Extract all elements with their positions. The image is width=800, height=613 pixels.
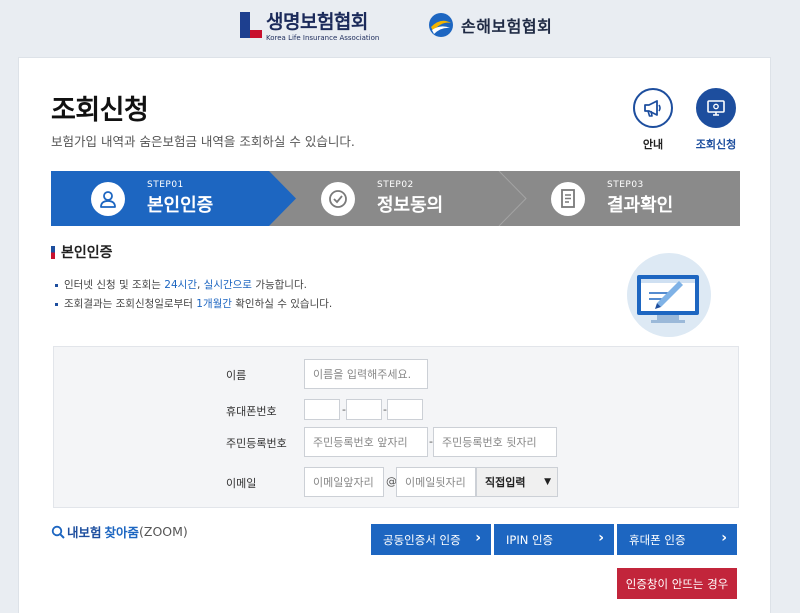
step-2-name: 정보동의 bbox=[377, 195, 444, 216]
phone-auth-button[interactable]: 휴대폰 인증 › bbox=[617, 524, 737, 555]
cert-auth-button[interactable]: 공동인증서 인증 › bbox=[371, 524, 491, 555]
section-title-text: 본인인증 bbox=[61, 245, 113, 261]
step-1: STEP01 본인인증 bbox=[91, 171, 213, 226]
email-domain-selected: 직접입력 bbox=[485, 476, 526, 489]
step-progress-bar: STEP01 본인인증 STEP02 정보동의 STEP03 결과확인 bbox=[51, 171, 740, 226]
step-3: STEP03 결과확인 bbox=[551, 171, 673, 226]
chevron-down-icon: ▼ bbox=[544, 477, 551, 487]
page-title: 조회신청 bbox=[51, 95, 149, 126]
ipin-auth-button[interactable]: IPIN 인증 › bbox=[494, 524, 614, 555]
phone-input-3[interactable] bbox=[387, 399, 423, 420]
step-3-name: 결과확인 bbox=[607, 195, 674, 216]
phone-auth-label: 휴대폰 인증 bbox=[629, 532, 686, 547]
identity-form: 이름 이름을 입력해주세요. 휴대폰번호 - - 주민등록번호 주민등록번호 앞… bbox=[53, 346, 739, 508]
user-icon bbox=[100, 190, 116, 208]
life-insurance-logo-english: Korea Life Insurance Association bbox=[266, 34, 380, 42]
request-button[interactable]: 조회신청 bbox=[686, 88, 746, 152]
life-insurance-logo-name: 생명보험협회 bbox=[266, 11, 368, 33]
notice-item-2: 조회결과는 조회신청일로부터 1개월간 확인하실 수 있습니다. bbox=[55, 295, 332, 314]
ipin-auth-label: IPIN 인증 bbox=[506, 532, 554, 547]
step-2: STEP02 정보동의 bbox=[321, 171, 443, 226]
email-front-input[interactable]: 이메일앞자리 bbox=[304, 467, 384, 497]
phone-input-2[interactable] bbox=[346, 399, 382, 420]
life-insurance-logo[interactable]: 생명보험협회 Korea Life Insurance Association bbox=[240, 12, 379, 43]
phone-label: 휴대폰번호 bbox=[226, 405, 277, 418]
step-3-number: STEP03 bbox=[607, 180, 644, 190]
nonlife-insurance-logo-name: 손해보험협회 bbox=[461, 17, 553, 36]
request-label: 조회신청 bbox=[695, 138, 737, 151]
auth-help-button[interactable]: 인증창이 안뜨는 경우 bbox=[617, 568, 737, 599]
zoom-brand-part2: 찾아줌 bbox=[104, 525, 140, 540]
magnifier-icon bbox=[51, 525, 65, 539]
email-domain-select[interactable]: 직접입력 ▼ bbox=[476, 467, 558, 497]
rrn-back-input[interactable]: 주민등록번호 뒷자리 bbox=[433, 427, 557, 457]
name-label: 이름 bbox=[226, 369, 247, 382]
zoom-brand-part1: 내보험 bbox=[67, 525, 102, 540]
page-subtitle: 보험가입 내역과 숨은보험금 내역을 조회하실 수 있습니다. bbox=[51, 134, 355, 149]
check-circle-icon bbox=[329, 189, 347, 208]
zoom-brand: 내보험 찾아줌 (ZOOM) bbox=[51, 522, 188, 541]
document-icon bbox=[561, 188, 575, 208]
rrn-front-input[interactable]: 주민등록번호 앞자리 bbox=[304, 427, 428, 457]
guide-button[interactable]: 안내 bbox=[623, 88, 683, 152]
name-input[interactable]: 이름을 입력해주세요. bbox=[304, 359, 428, 389]
section-title-marker bbox=[51, 245, 55, 259]
chevron-right-icon: › bbox=[598, 530, 604, 546]
chevron-right-icon: › bbox=[475, 530, 481, 546]
email-back-input[interactable]: 이메일뒷자리 bbox=[396, 467, 476, 497]
step-2-number: STEP02 bbox=[377, 180, 414, 190]
guide-label: 안내 bbox=[642, 138, 664, 151]
section-title: 본인인증 bbox=[51, 242, 113, 262]
megaphone-icon bbox=[644, 100, 661, 117]
life-insurance-logo-mark bbox=[240, 12, 262, 38]
phone-input-1[interactable] bbox=[304, 399, 340, 420]
email-label: 이메일 bbox=[226, 477, 257, 490]
cert-auth-label: 공동인증서 인증 bbox=[383, 532, 461, 547]
monitor-illustration bbox=[627, 253, 711, 337]
nonlife-insurance-logo[interactable]: 손해보험협회 bbox=[428, 12, 552, 38]
main-card: 조회신청 보험가입 내역과 숨은보험금 내역을 조회하실 수 있습니다. 안내 … bbox=[18, 57, 771, 613]
notice-list: 인터넷 신청 및 조회는 24시간, 실시간으로 가능합니다. 조회결과는 조회… bbox=[55, 276, 332, 314]
nonlife-insurance-logo-mark bbox=[429, 13, 453, 37]
zoom-brand-part3: (ZOOM) bbox=[139, 524, 188, 539]
step-1-number: STEP01 bbox=[147, 180, 184, 190]
rrn-label: 주민등록번호 bbox=[226, 437, 287, 450]
chevron-right-icon: › bbox=[721, 530, 727, 546]
step-1-name: 본인인증 bbox=[147, 195, 214, 216]
monitor-icon bbox=[707, 100, 725, 116]
header-logos: 생명보험협회 Korea Life Insurance Association … bbox=[0, 0, 800, 56]
notice-item-1: 인터넷 신청 및 조회는 24시간, 실시간으로 가능합니다. bbox=[55, 276, 332, 295]
